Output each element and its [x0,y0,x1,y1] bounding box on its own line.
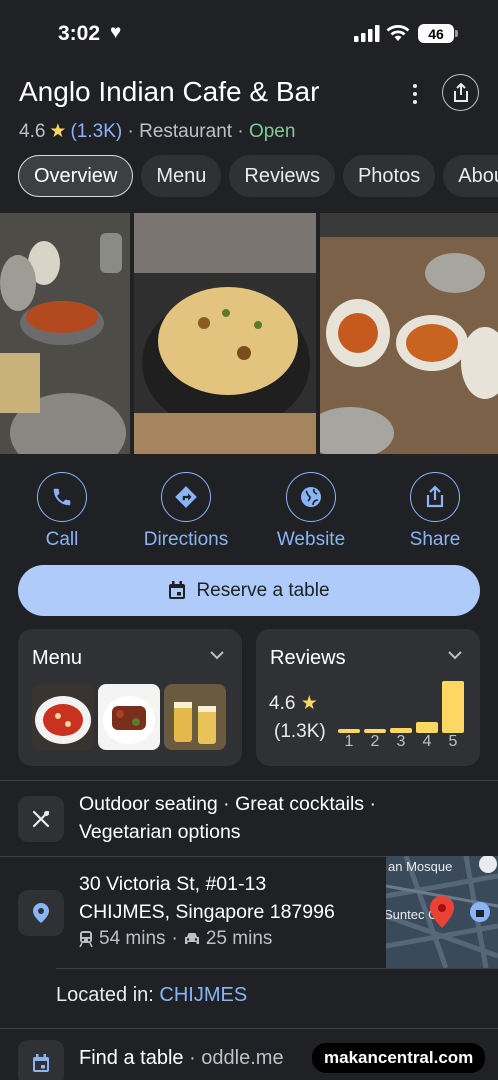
place-summary: 4.6 ★ (1.3K) · Restaurant · Open [19,120,295,143]
share-label: Share [409,529,461,550]
globe-icon [301,487,321,507]
phone-icon [53,488,71,506]
rating-bar-label: 3 [396,733,406,750]
cutlery-icon [18,796,64,842]
address-line-2: CHIJMES, Singapore 187996 [79,901,335,923]
status-time: 3:02 [58,22,101,45]
open-status: Open [248,120,296,142]
menu-thumb-curry[interactable] [32,684,94,750]
rating-bar-4 [416,721,438,733]
category: Restaurant [139,120,233,142]
located-in-prefix: Located in: [56,984,160,1006]
location-pin-icon [18,890,64,936]
rating-bar-label: 4 [422,733,432,750]
menu-thumb-drinks[interactable] [164,684,226,750]
tab-photos[interactable]: Photos [342,155,436,197]
address-text[interactable]: 30 Victoria St, #01-13 CHIJMES, Singapor… [79,870,335,926]
calendar-icon [169,581,186,599]
map-preview[interactable]: an Mosque Suntec Cty [386,856,498,968]
reserve-label: Reserve a table [196,579,330,601]
rating-bar-5 [442,681,464,733]
rating-value: 4.6 [19,120,46,142]
website-icon-circle [286,472,336,522]
status-bar: 3:02 ♥ 46 [0,0,498,68]
signal-icon [354,25,380,42]
tab-overview[interactable]: Overview [18,155,134,197]
separator: · [183,1047,202,1069]
find-table-row[interactable]: Find a table · oddle.me [79,1047,284,1070]
photo-naan[interactable] [134,213,316,454]
heart-icon: ♥ [110,22,122,43]
divider [0,1028,498,1029]
share-icon [426,485,444,508]
located-in: Located in: CHIJMES [56,984,247,1007]
separator: · [122,120,140,142]
share-button[interactable] [442,74,479,111]
calendar-icon [18,1040,64,1080]
call-button[interactable]: Call [17,472,107,551]
menu-card[interactable]: Menu [18,629,242,766]
tab-about[interactable]: Abou [443,155,498,197]
tab-reviews[interactable]: Reviews [229,155,335,197]
rating-bar-label: 2 [370,733,380,750]
reserve-table-button[interactable]: Reserve a table [18,565,480,616]
divider [0,856,386,857]
rating-bar-label: 1 [344,733,354,750]
directions-label: Directions [143,529,229,550]
find-table-provider: oddle.me [201,1047,284,1069]
reviews-card-title: Reviews [270,647,346,669]
place-title: Anglo Indian Cafe & Bar [19,76,320,107]
star-icon: ★ [49,121,67,142]
menu-card-title: Menu [32,647,83,669]
transit-time: 54 mins [99,928,166,949]
website-button[interactable]: Website [266,472,356,551]
rating-bar-label: 5 [448,733,458,750]
separator: · [232,120,249,142]
separator: · [171,928,178,949]
reviews-rating-value: 4.6 [269,693,296,714]
rating-distribution [338,676,468,733]
share-icon-circle [410,472,460,522]
train-icon [79,931,93,947]
chevron-down-icon[interactable] [448,651,462,660]
address-line-1: 30 Victoria St, #01-13 [79,873,267,895]
located-in-link[interactable]: CHIJMES [159,984,247,1006]
directions-icon-circle [161,472,211,522]
divider [56,968,498,969]
more-options-icon[interactable] [404,80,426,108]
review-count-link[interactable]: (1.3K) [70,121,122,143]
photo-table-spread[interactable] [320,213,498,454]
website-label: Website [276,529,346,550]
reviews-count: (1.3K) [274,721,326,742]
directions-icon [175,486,197,508]
car-icon [184,933,199,944]
share-icon [453,82,468,102]
chevron-down-icon[interactable] [210,651,224,660]
tab-menu[interactable]: Menu [141,155,222,197]
reviews-card[interactable]: Reviews 4.6 ★ (1.3K) 12345 [256,629,480,766]
call-label: Call [45,529,79,550]
photo-curry-table[interactable] [0,213,130,454]
share-action-button[interactable]: Share [390,472,480,551]
travel-times: 54 mins · 25 mins [79,928,272,950]
star-icon: ★ [300,693,318,714]
battery-indicator: 46 [418,24,458,43]
reviews-rating: 4.6 ★ [269,692,318,715]
directions-button[interactable]: Directions [141,472,231,551]
watermark: makancentral.com [312,1043,486,1073]
find-table-label: Find a table [79,1047,184,1069]
tab-bar: Overview Menu Reviews Photos Abou [18,155,498,197]
divider [0,780,498,781]
map-label-mosque: an Mosque [388,859,452,874]
call-icon-circle [37,472,87,522]
features-text[interactable]: Outdoor seating · Great cocktails · Vege… [79,790,409,846]
wifi-icon [386,25,410,41]
menu-thumb-skewers[interactable] [98,684,160,750]
drive-time: 25 mins [205,928,273,949]
